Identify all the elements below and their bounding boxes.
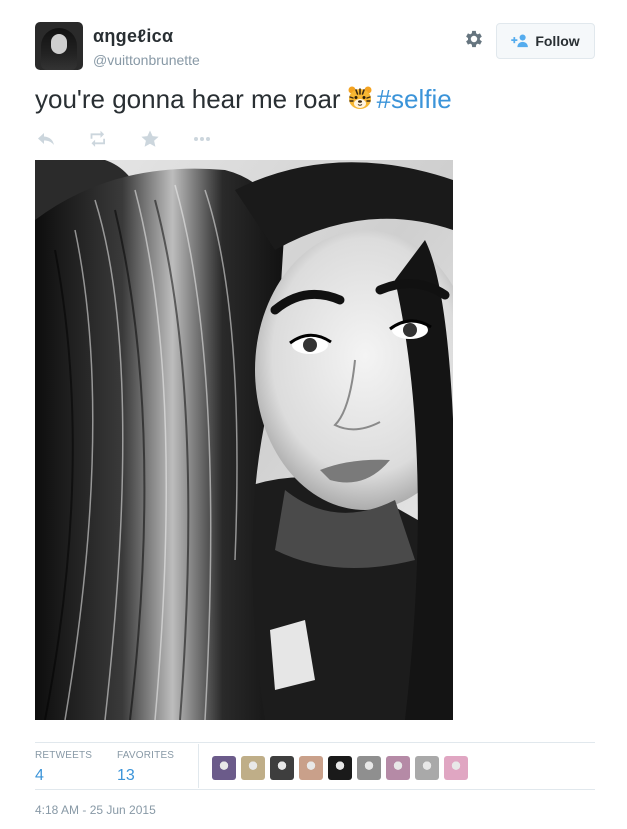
tweet-photo[interactable]: [35, 160, 453, 720]
follow-button[interactable]: Follow: [496, 23, 595, 59]
user-handle[interactable]: @vuittonbrunette: [93, 52, 200, 68]
retweet-icon[interactable]: [87, 128, 109, 150]
favoriter-avatar[interactable]: [415, 756, 439, 780]
favoriter-avatar[interactable]: [357, 756, 381, 780]
tweet-header: αηgeℓicα @vuittonbrunette Follow: [35, 22, 595, 74]
tweet-text: you're gonna hear me roar #selfie: [35, 84, 452, 115]
favoriter-avatar[interactable]: [241, 756, 265, 780]
user-avatar[interactable]: [35, 22, 83, 70]
favoriter-avatar[interactable]: [299, 756, 323, 780]
favoriter-avatar[interactable]: [444, 756, 468, 780]
more-icon[interactable]: [191, 128, 213, 150]
follow-button-label: Follow: [535, 33, 580, 49]
stats-top-divider: [35, 742, 595, 743]
retweets-label: RETWEETS: [35, 750, 93, 761]
favorite-icon[interactable]: [139, 128, 161, 150]
favorites-count: 13: [117, 767, 135, 784]
favoriter-avatar[interactable]: [212, 756, 236, 780]
reply-icon[interactable]: [35, 128, 57, 150]
stats-separator: [198, 744, 199, 788]
hashtag-link[interactable]: #selfie: [377, 84, 452, 114]
favorites-label: FAVORITES: [117, 750, 175, 761]
add-user-icon: [511, 34, 529, 48]
tiger-face-icon: [348, 86, 372, 109]
favoriter-avatar[interactable]: [386, 756, 410, 780]
tweet-stats: RETWEETS 4 FAVORITES 13: [35, 744, 595, 788]
favorites-stat[interactable]: FAVORITES 13: [117, 750, 174, 785]
favoriter-avatar[interactable]: [270, 756, 294, 780]
avatar-face: [51, 34, 67, 54]
tweet-timestamp[interactable]: 4:18 AM - 25 Jun 2015: [35, 803, 156, 817]
selfie-photo-image: [35, 160, 453, 720]
user-display-name[interactable]: αηgeℓicα: [93, 26, 173, 47]
favoriter-avatar[interactable]: [328, 756, 352, 780]
retweets-stat[interactable]: RETWEETS 4: [35, 750, 92, 785]
gear-icon[interactable]: [463, 28, 485, 50]
tweet-text-main: you're gonna hear me roar: [35, 84, 341, 114]
retweets-count: 4: [35, 767, 44, 784]
stats-bottom-divider: [35, 789, 595, 790]
